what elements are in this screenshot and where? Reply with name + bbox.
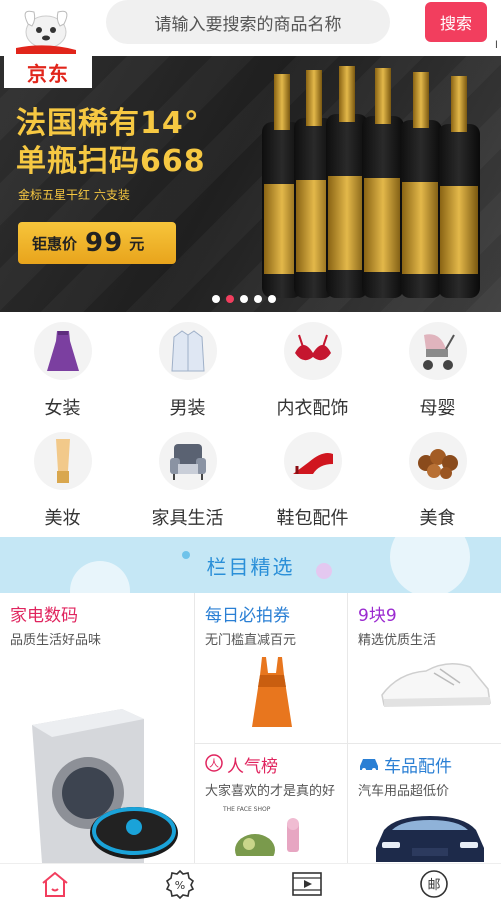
brand-tag: 京东 xyxy=(4,56,92,88)
svg-text:人: 人 xyxy=(209,758,219,770)
category-beauty[interactable]: 美妆 xyxy=(0,422,125,532)
mail-glyph: 邮 xyxy=(427,878,440,893)
feature-daily-coupon[interactable]: 每日必拍券 无门槛直减百元 xyxy=(195,593,347,743)
carousel-dot[interactable] xyxy=(240,295,248,303)
nav-home[interactable] xyxy=(38,868,72,900)
carousel-dot[interactable] xyxy=(254,295,262,303)
feature-title: 人气榜 xyxy=(227,757,278,777)
carousel-dot[interactable] xyxy=(212,295,220,303)
feature-title: 9块9 xyxy=(358,606,397,626)
search-button[interactable]: 搜索 xyxy=(425,2,487,42)
category-label: 男装 xyxy=(169,398,206,419)
dress-icon xyxy=(34,322,92,380)
feature-subtitle: 品质生活好品味 xyxy=(10,633,102,648)
category-label: 鞋包配件 xyxy=(276,508,349,529)
edge-glyph: l xyxy=(495,40,498,51)
bra-icon xyxy=(284,322,342,380)
brand-caption: THE FACE SHOP xyxy=(223,806,271,813)
feature-appliances[interactable]: 家电数码 品质生活好品味 xyxy=(0,593,194,863)
category-underwear[interactable]: 内衣配饰 xyxy=(250,312,375,422)
nav-video[interactable] xyxy=(290,868,324,900)
bottom-nav: % 邮 xyxy=(0,863,501,900)
shirt-icon xyxy=(159,322,217,380)
wine-bottles-image xyxy=(262,66,480,298)
discount-icon: % xyxy=(165,869,195,899)
category-grid: 女装 男装 内衣配饰 母婴 美妆 家具生活 鞋包配件 美食 xyxy=(0,312,501,537)
header: 请输入要搜索的商品名称 搜索 l xyxy=(0,0,501,56)
search-input[interactable]: 请输入要搜索的商品名称 xyxy=(106,0,390,44)
feature-car[interactable]: 车品配件 汽车用品超低价 xyxy=(348,744,501,863)
price-value: 99 xyxy=(85,228,124,258)
nuts-icon xyxy=(409,432,467,490)
home-icon xyxy=(42,871,68,897)
category-label: 美食 xyxy=(419,508,456,529)
feature-subtitle: 大家喜欢的才是真的好 xyxy=(205,784,336,799)
stroller-icon xyxy=(409,322,467,380)
orange-dress-image xyxy=(252,657,292,727)
high-heel-icon xyxy=(284,432,342,490)
category-label: 母婴 xyxy=(419,398,456,419)
feature-nine-nine[interactable]: 9块9 精选优质生活 xyxy=(348,593,501,743)
category-women[interactable]: 女装 xyxy=(0,312,125,422)
section-header: 栏目精选 xyxy=(0,537,501,593)
banner-subtitle: 金标五星干红 六支装 xyxy=(18,188,130,202)
mail-icon: 邮 xyxy=(420,870,448,898)
carousel-dot[interactable] xyxy=(268,295,276,303)
washing-machine-image xyxy=(32,709,178,863)
nav-discount[interactable]: % xyxy=(163,868,197,900)
banner-title-line2: 单瓶扫码668 xyxy=(16,144,206,179)
carousel-dot-active[interactable] xyxy=(226,295,234,303)
ranking-badge-icon: 人 xyxy=(205,754,223,772)
feature-title: 家电数码 xyxy=(10,606,78,626)
featured-grid: 家电数码 品质生活好品味 每日必拍券 无门槛直减百元 9块9 精选优质生活 人 … xyxy=(0,593,501,863)
feature-popular[interactable]: 人 人气榜 大家喜欢的才是真的好 THE FACE SHOP xyxy=(195,744,347,863)
feature-title: 车品配件 xyxy=(384,757,452,777)
carousel-dots xyxy=(212,295,276,303)
category-home[interactable]: 家具生活 xyxy=(125,422,250,532)
video-icon xyxy=(292,872,322,896)
nav-mail[interactable]: 邮 xyxy=(417,868,451,900)
category-food[interactable]: 美食 xyxy=(375,422,500,532)
category-shoes-bags[interactable]: 鞋包配件 xyxy=(250,422,375,532)
category-baby[interactable]: 母婴 xyxy=(375,312,500,422)
jd-dog-logo[interactable] xyxy=(6,2,86,56)
cosmetics-image xyxy=(235,818,299,856)
category-label: 家具生活 xyxy=(151,508,224,529)
search-placeholder: 请输入要搜索的商品名称 xyxy=(154,14,342,35)
category-label: 女装 xyxy=(44,398,81,419)
feature-subtitle: 汽车用品超低价 xyxy=(358,784,450,799)
feature-subtitle: 无门槛直减百元 xyxy=(205,633,297,648)
category-men[interactable]: 男装 xyxy=(125,312,250,422)
price-label: 钜惠价 xyxy=(32,234,78,253)
price-unit: 元 xyxy=(129,234,145,253)
svg-text:%: % xyxy=(175,879,185,892)
cosmetic-tube-icon xyxy=(34,432,92,490)
category-label: 美妆 xyxy=(44,508,81,529)
section-title: 栏目精选 xyxy=(206,555,295,579)
sneaker-image xyxy=(381,663,491,707)
armchair-icon xyxy=(159,432,217,490)
feature-title: 每日必拍券 xyxy=(205,606,290,626)
price-tag: 钜惠价 99 元 xyxy=(18,222,176,264)
category-label: 内衣配饰 xyxy=(276,398,349,419)
feature-subtitle: 精选优质生活 xyxy=(358,633,437,648)
suv-image xyxy=(376,816,484,862)
promo-banner[interactable]: 京东 法国稀有14° 单瓶扫码668 金标五星干红 六支装 钜惠价 99 元 xyxy=(0,56,501,312)
car-icon xyxy=(360,759,378,772)
